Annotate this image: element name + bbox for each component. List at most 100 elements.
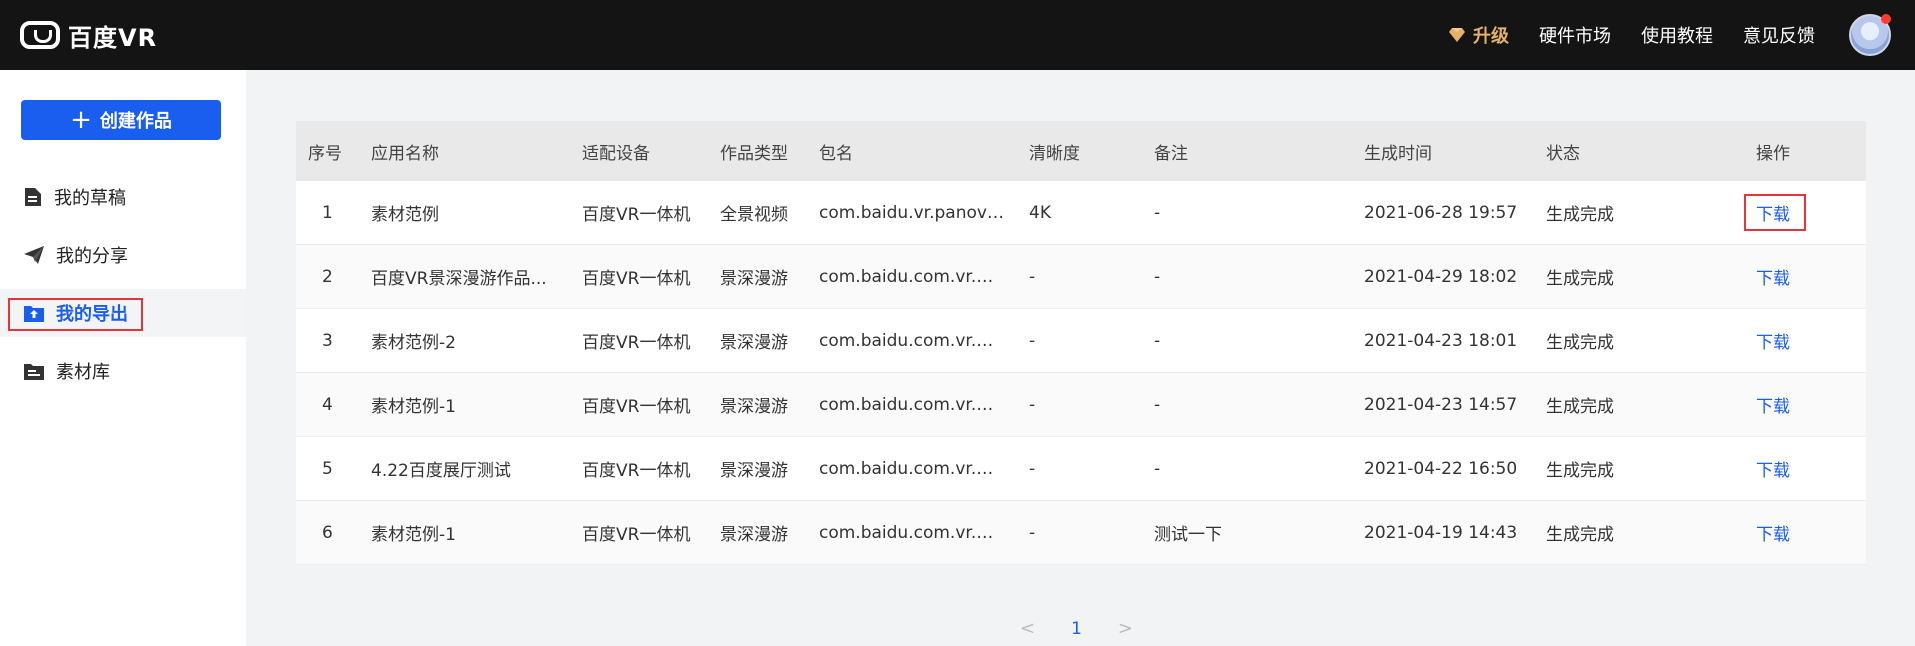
sidebar-item-label: 我的分享	[56, 246, 128, 267]
sidebar: + 创建作品 我的草稿 我的分享 我的导出 素材库	[0, 70, 246, 646]
work-type: 景深漫游	[720, 461, 788, 481]
sidebar-item-exports[interactable]: 我的导出	[0, 289, 246, 337]
notification-dot	[1881, 14, 1891, 24]
next-page-button[interactable]: >	[1118, 618, 1133, 639]
status: 生成完成	[1546, 461, 1614, 481]
resolution: -	[1029, 458, 1036, 479]
work-type: 景深漫游	[720, 333, 788, 353]
exports-table: 序号 应用名称 适配设备 作品类型 包名 清晰度 备注 生成时间 状态 操作 1…	[296, 121, 1866, 565]
resolution: -	[1029, 522, 1036, 543]
app-name: 百度VR景深漫游作品...	[371, 269, 547, 289]
generated-time: 2021-04-29 18:02	[1364, 266, 1518, 287]
column-header: 应用名称	[371, 143, 439, 164]
column-header: 适配设备	[582, 143, 650, 164]
app-name: 素材范例-1	[371, 397, 456, 417]
package-name: com.baidu.com.vr.de...	[819, 266, 1004, 287]
remark: -	[1154, 266, 1161, 287]
remark: -	[1154, 458, 1161, 479]
column-header: 生成时间	[1364, 143, 1432, 164]
row-index: 4	[322, 394, 333, 415]
table-row: 4 素材范例-1 百度VR一体机 景深漫游 com.baidu.com.vr.de...…	[296, 373, 1866, 437]
sidebar-item-label: 我的草稿	[54, 188, 126, 209]
hardware-market-link[interactable]: 硬件市场	[1539, 22, 1611, 48]
generated-time: 2021-06-28 19:57	[1364, 202, 1518, 223]
prev-page-button[interactable]: <	[1020, 618, 1035, 639]
work-type: 景深漫游	[720, 525, 788, 545]
package-name: com.baidu.vr.panovid...	[819, 202, 1004, 223]
page-number[interactable]: 1	[1071, 619, 1082, 639]
create-work-button[interactable]: + 创建作品	[21, 100, 221, 140]
device: 百度VR一体机	[582, 269, 691, 289]
table-row: 3 素材范例-2 百度VR一体机 景深漫游 com.baidu.com.vr.de...…	[296, 309, 1866, 373]
device: 百度VR一体机	[582, 397, 691, 417]
diamond-icon	[1449, 28, 1465, 42]
work-type: 景深漫游	[720, 269, 788, 289]
sidebar-nav: 我的草稿 我的分享 我的导出 素材库	[0, 173, 246, 405]
table-row: 5 4.22百度展厅测试 百度VR一体机 景深漫游 com.baidu.com.vr.d…	[296, 437, 1866, 501]
resolution: -	[1029, 394, 1036, 415]
app-name: 素材范例-1	[371, 525, 456, 545]
upgrade-button[interactable]: 升级	[1449, 22, 1509, 48]
highlight-box	[1744, 194, 1806, 231]
status: 生成完成	[1546, 205, 1614, 225]
create-work-label: 创建作品	[99, 111, 172, 132]
status: 生成完成	[1546, 525, 1614, 545]
column-header: 备注	[1154, 143, 1188, 164]
logo[interactable]: 百度VR	[20, 18, 157, 53]
generated-time: 2021-04-23 14:57	[1364, 394, 1518, 415]
column-header: 状态	[1546, 143, 1580, 164]
device: 百度VR一体机	[582, 205, 691, 225]
app-name: 素材范例	[371, 205, 439, 225]
plus-icon: +	[70, 105, 92, 135]
package-name: com.baidu.com.vr.de...	[819, 394, 1004, 415]
device: 百度VR一体机	[582, 333, 691, 353]
table-row: 2 百度VR景深漫游作品... 百度VR一体机 景深漫游 com.baidu.com.v…	[296, 245, 1866, 309]
column-header: 包名	[819, 143, 853, 164]
download-link[interactable]: 下载	[1756, 456, 1836, 481]
feedback-link[interactable]: 意见反馈	[1743, 22, 1815, 48]
column-header: 序号	[308, 143, 342, 164]
status: 生成完成	[1546, 397, 1614, 417]
row-index: 6	[322, 522, 333, 543]
top-nav: 升级 硬件市场 使用教程 意见反馈	[1449, 0, 1915, 70]
column-header: 清晰度	[1029, 143, 1080, 164]
download-link[interactable]: 下载	[1756, 264, 1836, 289]
device: 百度VR一体机	[582, 461, 691, 481]
table-header: 序号 应用名称 适配设备 作品类型 包名 清晰度 备注 生成时间 状态 操作	[296, 121, 1866, 181]
document-icon	[25, 188, 41, 206]
row-index: 1	[322, 202, 333, 223]
avatar[interactable]	[1849, 14, 1891, 56]
download-link[interactable]: 下载	[1756, 328, 1836, 353]
app-name: 4.22百度展厅测试	[371, 461, 511, 481]
sidebar-item-library[interactable]: 素材库	[0, 347, 246, 395]
logo-text: 百度VR	[68, 23, 158, 52]
sidebar-item-shares[interactable]: 我的分享	[0, 231, 246, 279]
table-row: 6 素材范例-1 百度VR一体机 景深漫游 com.baidu.com.vr.de...…	[296, 501, 1866, 565]
package-name: com.baidu.com.vr.de...	[819, 458, 1004, 479]
app-name: 素材范例-2	[371, 333, 456, 353]
download-link[interactable]: 下载	[1756, 520, 1836, 545]
row-index: 2	[322, 266, 333, 287]
sidebar-item-label: 素材库	[56, 362, 110, 383]
table-row: 1 素材范例 百度VR一体机 全景视频 com.baidu.vr.panovid... 4…	[296, 181, 1866, 245]
device: 百度VR一体机	[582, 525, 691, 545]
column-header: 作品类型	[720, 143, 788, 164]
row-index: 5	[322, 458, 333, 479]
remark: -	[1154, 330, 1161, 351]
tutorial-link[interactable]: 使用教程	[1641, 22, 1713, 48]
table-body: 1 素材范例 百度VR一体机 全景视频 com.baidu.vr.panovid... 4…	[296, 181, 1866, 565]
sidebar-item-drafts[interactable]: 我的草稿	[0, 173, 246, 221]
column-header: 操作	[1756, 143, 1790, 164]
remark: -	[1154, 202, 1161, 223]
generated-time: 2021-04-23 18:01	[1364, 330, 1518, 351]
work-type: 全景视频	[720, 205, 788, 225]
highlight-box	[8, 298, 143, 331]
row-index: 3	[322, 330, 333, 351]
download-link[interactable]: 下载	[1756, 392, 1836, 417]
status: 生成完成	[1546, 269, 1614, 289]
remark: -	[1154, 394, 1161, 415]
remark: 测试一下	[1154, 525, 1222, 545]
top-bar: 百度VR 升级 硬件市场 使用教程 意见反馈	[0, 0, 1915, 70]
generated-time: 2021-04-19 14:43	[1364, 522, 1518, 543]
send-icon	[24, 246, 44, 264]
